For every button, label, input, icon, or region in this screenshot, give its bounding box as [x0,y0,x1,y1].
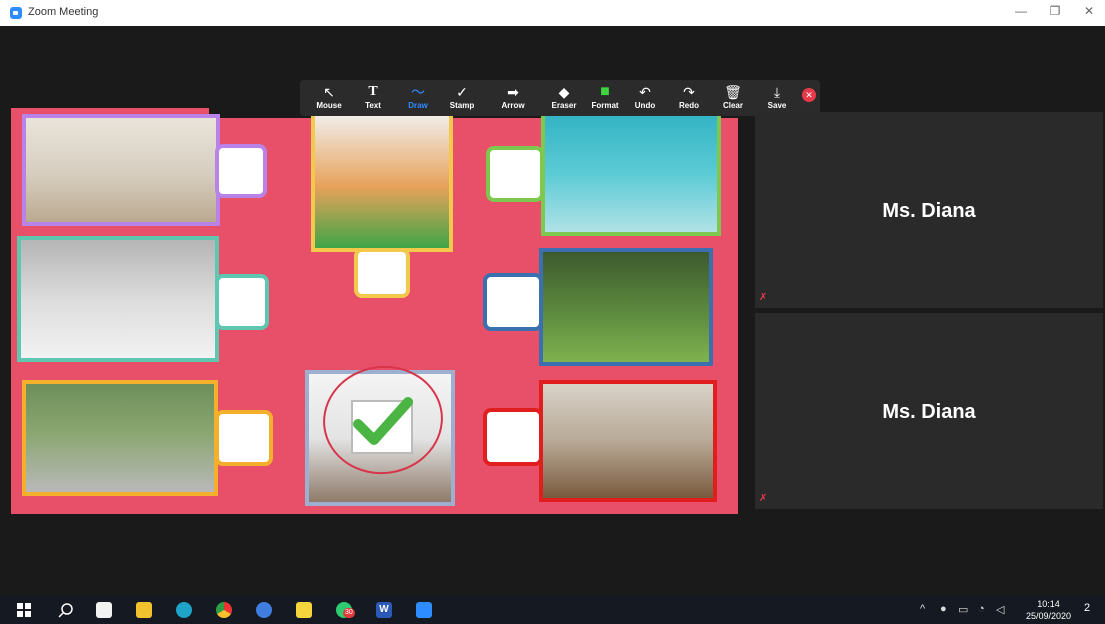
tool-text[interactable]: T Text [353,83,393,110]
photo-drawing [17,236,219,362]
close-toolbar-icon[interactable]: ✕ [802,88,816,102]
title-bar: Zoom Meeting — ❐ ✕ [0,0,1105,26]
annotation-toolbar: ↖ Mouse T Text 〜 Draw ✓ Stamp ➡ Arrow ◆ … [300,80,820,116]
tool-arrow[interactable]: ➡ Arrow [493,83,533,110]
chrome-browser-icon[interactable] [216,602,232,618]
minimize-button[interactable]: — [1012,4,1030,18]
mouse-pointer-icon: ↖ [323,84,335,100]
tool-draw[interactable]: 〜 Draw [398,83,438,110]
notification-center-icon[interactable]: 2 [1079,602,1095,618]
edge-browser-icon[interactable] [176,602,192,618]
tool-format[interactable]: ■ Format [585,83,625,110]
tool-clear[interactable]: 🗑 Clear [713,83,753,110]
muted-mic-icon: ✗ [759,493,768,504]
tray-chevron-icon[interactable]: ^ [920,603,925,615]
volume-icon[interactable]: ◁ [996,603,1004,616]
answer-box[interactable] [486,146,544,202]
whatsapp-icon[interactable]: 30 [336,602,355,618]
answer-box[interactable] [354,248,410,298]
window-title: Zoom Meeting [28,6,99,18]
save-download-icon: ⤓ [773,84,781,100]
participant-tile[interactable]: Ms. Diana ✗ [755,112,1103,308]
tool-mouse[interactable]: ↖ Mouse [309,83,349,110]
close-window-button[interactable]: ✕ [1080,4,1098,18]
answer-box[interactable] [215,144,267,198]
microphone-icon[interactable]: ● [940,603,947,615]
undo-icon: ↶ [639,84,651,100]
sticky-notes-icon[interactable] [296,602,312,618]
arrow-icon: ➡ [507,84,519,100]
redo-icon: ↷ [683,84,695,100]
answer-box[interactable] [483,408,543,466]
participant-name: Ms. Diana [882,401,976,423]
stamp-check-icon: ✓ [456,84,468,100]
photo-soccer [539,248,713,366]
text-icon: T [368,84,378,99]
photo-cooking [22,114,220,226]
tool-redo[interactable]: ↷ Redo [669,83,709,110]
whatsapp-badge: 30 [343,608,355,618]
system-clock[interactable]: 10:14 25/09/2020 [1026,598,1071,622]
tool-eraser[interactable]: ◆ Eraser [544,83,584,110]
clock-time: 10:14 [1037,599,1060,609]
answer-box[interactable] [215,274,269,330]
eraser-icon: ◆ [558,84,570,100]
file-explorer-icon[interactable] [136,602,152,618]
muted-mic-icon: ✗ [759,292,768,303]
participant-name: Ms. Diana [882,200,976,222]
tool-save[interactable]: ⤓ Save [757,83,797,110]
search-icon[interactable] [58,602,74,618]
wifi-icon[interactable]: ◔ [978,603,985,615]
battery-icon[interactable]: ▭ [958,603,968,616]
zoom-app-icon [10,7,22,19]
shared-screen[interactable] [11,108,738,514]
windows-start-icon[interactable] [16,602,32,618]
app-icon[interactable] [256,602,272,618]
store-bag-icon[interactable] [96,602,112,618]
answer-box[interactable] [483,273,543,331]
draw-squiggle-icon: 〜 [411,84,425,100]
restore-button[interactable]: ❐ [1046,4,1064,18]
participant-tile[interactable]: Ms. Diana ✗ [755,313,1103,509]
zoom-taskbar-icon[interactable] [416,602,432,618]
tool-undo[interactable]: ↶ Undo [625,83,665,110]
windows-taskbar: 30 W ^ ● ▭ ◔ ◁ 10:14 25/09/2020 2 [0,596,1105,624]
trash-icon: 🗑 [724,84,742,100]
word-icon[interactable]: W [376,602,392,618]
format-color-swatch-icon: ■ [600,83,610,100]
notification-count: 2 [1083,602,1091,614]
photo-dancing [539,380,717,502]
photo-singing [311,108,453,252]
tool-stamp[interactable]: ✓ Stamp [442,83,482,110]
answer-box[interactable] [215,410,273,466]
photo-cycling [22,380,218,496]
clock-date: 25/09/2020 [1025,611,1071,621]
photo-swimming [541,112,721,236]
